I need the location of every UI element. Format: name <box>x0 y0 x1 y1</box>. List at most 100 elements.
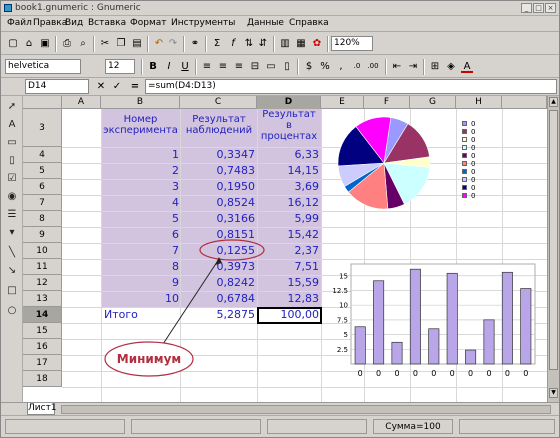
bar-chart[interactable]: 15 12.5 10 7.5 5 2.5 0 0 0 0 0 0 0 0 0 0 <box>329 256 541 382</box>
align-right-icon[interactable]: ≡ <box>233 60 245 73</box>
bold-icon[interactable]: B <box>147 60 159 73</box>
cancel-edit-icon[interactable]: ✕ <box>95 80 107 93</box>
ellipse-tool-icon[interactable]: ○ <box>6 304 18 318</box>
sheet-tab[interactable]: Лист1 <box>27 403 57 415</box>
thousands-icon[interactable]: , <box>335 60 347 73</box>
y-tick-label: 2.5 <box>337 346 348 354</box>
copy-icon[interactable]: ❐ <box>115 37 127 50</box>
legend-item: 0 <box>462 192 475 200</box>
function-icon[interactable]: f <box>227 37 239 50</box>
frame-tool-icon[interactable]: ▭ <box>6 136 18 150</box>
bar[interactable] <box>520 288 532 365</box>
menu-format[interactable]: Формат <box>130 18 167 28</box>
undo-icon[interactable]: ↶ <box>153 37 165 50</box>
borders-icon[interactable]: ⊞ <box>429 60 441 73</box>
bar[interactable] <box>446 272 458 365</box>
font-name-field[interactable]: helvetica <box>5 59 81 74</box>
align-center-icon[interactable]: ≡ <box>217 60 229 73</box>
image-icon[interactable]: ▦ <box>295 37 307 50</box>
scroll-thumb[interactable] <box>549 110 558 370</box>
menu-help[interactable]: Справка <box>289 18 329 28</box>
italic-icon[interactable]: I <box>163 60 175 73</box>
button-tool-icon[interactable]: ▯ <box>6 154 18 168</box>
sum-icon[interactable]: Σ <box>211 37 223 50</box>
format-toolbar: helvetica 12 B I U ≡ ≡ ≡ ⊟ ▭ ▯ $ % , .0 … <box>1 56 559 78</box>
spreadsheet-grid[interactable]: A B C D E F G H 3 4 5 6 7 8 9 10 11 12 1… <box>23 96 547 402</box>
underline-icon[interactable]: U <box>179 60 191 73</box>
menu-insert[interactable]: Вставка <box>88 18 126 28</box>
legend-swatch <box>462 161 467 166</box>
chart-icon[interactable]: ▥ <box>279 37 291 50</box>
menu-tools[interactable]: Инструменты <box>171 18 235 28</box>
edit-formula-icon[interactable]: = <box>129 80 141 93</box>
label-tool-icon[interactable]: A <box>6 118 18 132</box>
maximize-button[interactable]: □ <box>533 3 544 13</box>
menu-edit[interactable]: Правка <box>33 18 67 28</box>
fill-color-icon[interactable]: ◈ <box>445 60 457 73</box>
vertical-scrollbar[interactable]: ▲ ▼ <box>547 96 559 402</box>
bar[interactable] <box>354 326 366 365</box>
redo-icon[interactable]: ↷ <box>167 37 179 50</box>
app-icon[interactable] <box>4 4 12 12</box>
close-button[interactable]: × <box>545 3 556 13</box>
indent-decrease-icon[interactable]: ⇤ <box>391 60 403 73</box>
arrow-tool-icon[interactable]: ↘ <box>6 264 18 278</box>
merge-center-icon[interactable]: ⊟ <box>249 60 261 73</box>
hyperlink-icon[interactable]: ⚭ <box>189 37 201 50</box>
align-left-icon[interactable]: ≡ <box>201 60 213 73</box>
add-decimal-icon[interactable]: .0 <box>351 60 363 73</box>
list-tool-icon[interactable]: ☰ <box>6 208 18 222</box>
bar[interactable] <box>373 280 385 365</box>
legend-label: 0 <box>471 176 476 184</box>
checkbox-tool-icon[interactable]: ☑ <box>6 172 18 186</box>
preview-icon[interactable]: ⌕ <box>77 37 89 50</box>
bar[interactable] <box>409 268 421 365</box>
combo-tool-icon[interactable]: ▾ <box>6 226 18 240</box>
x-tick-label: 0 <box>450 369 455 378</box>
print-icon[interactable]: ⎙ <box>61 37 73 50</box>
cell-reference-field[interactable]: D14 <box>25 79 89 94</box>
formula-input[interactable]: =sum(D4:D13) <box>145 79 557 94</box>
line-tool-icon[interactable]: ╲ <box>6 246 18 260</box>
x-tick-label: 0 <box>413 369 418 378</box>
horizontal-scrollbar[interactable] <box>61 405 551 414</box>
font-color-icon[interactable]: A <box>461 60 473 73</box>
merge-icon[interactable]: ▭ <box>265 60 277 73</box>
x-tick-label: 0 <box>431 369 436 378</box>
sort-desc-icon[interactable]: ⇵ <box>257 37 269 50</box>
menu-file[interactable]: Файл <box>7 18 32 28</box>
cut-icon[interactable]: ✂ <box>99 37 111 50</box>
scroll-up-icon[interactable]: ▲ <box>549 97 558 107</box>
radio-tool-icon[interactable]: ◉ <box>6 190 18 204</box>
gnumeric-icon[interactable]: ✿ <box>311 37 323 50</box>
currency-icon[interactable]: $ <box>303 60 315 73</box>
open-icon[interactable]: ⌂ <box>23 37 35 50</box>
sort-asc-icon[interactable]: ⇅ <box>243 37 255 50</box>
bar[interactable] <box>391 341 403 365</box>
scroll-down-icon[interactable]: ▼ <box>549 388 558 398</box>
zoom-field[interactable]: 120% <box>331 36 373 51</box>
font-size-field[interactable]: 12 <box>105 59 135 74</box>
bar[interactable] <box>428 328 440 365</box>
percent-icon[interactable]: % <box>319 60 331 73</box>
legend-swatch <box>462 121 467 126</box>
bar[interactable] <box>483 319 495 365</box>
menu-data[interactable]: Данные <box>247 18 284 28</box>
status-bar: Сумма=100 <box>1 415 559 437</box>
paste-icon[interactable]: ▤ <box>131 37 143 50</box>
new-icon[interactable]: ▢ <box>7 37 19 50</box>
status-progress <box>131 419 261 434</box>
rectangle-tool-icon[interactable]: □ <box>6 284 18 298</box>
menu-view[interactable]: Вид <box>65 18 83 28</box>
minimize-button[interactable]: _ <box>521 3 532 13</box>
pie-chart[interactable]: 0000000000 <box>332 109 512 219</box>
remove-decimal-icon[interactable]: .00 <box>367 60 379 73</box>
x-tick-label: 0 <box>468 369 473 378</box>
save-icon[interactable]: ▣ <box>39 37 51 50</box>
split-icon[interactable]: ▯ <box>281 60 293 73</box>
accept-edit-icon[interactable]: ✓ <box>111 80 123 93</box>
indent-increase-icon[interactable]: ⇥ <box>407 60 419 73</box>
bar[interactable] <box>465 349 477 365</box>
pointer-tool-icon[interactable]: ➚ <box>6 100 18 114</box>
bar[interactable] <box>501 271 513 365</box>
